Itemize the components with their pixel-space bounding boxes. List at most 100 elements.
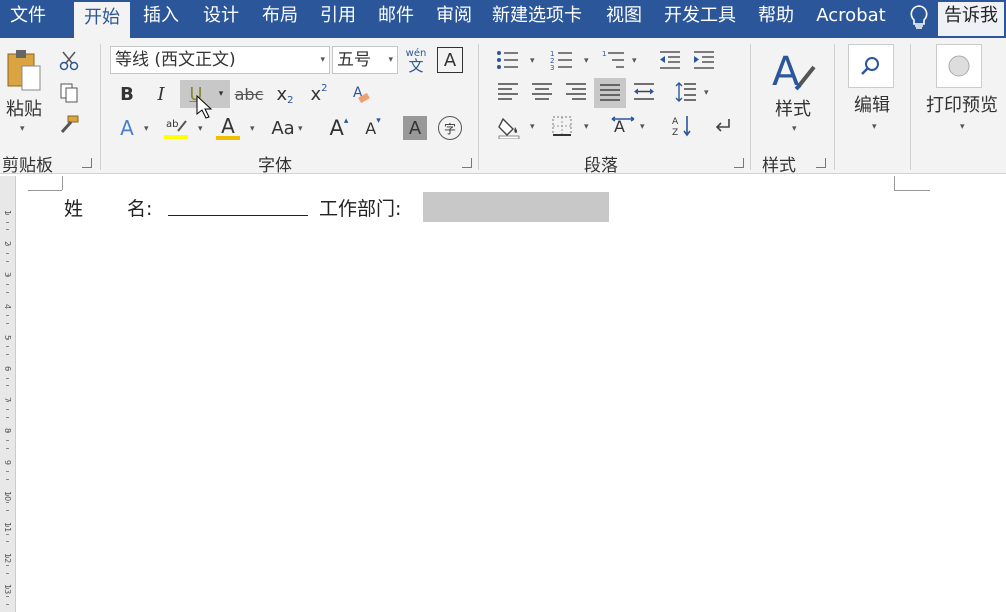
separator (750, 44, 751, 170)
tab-home[interactable]: 开始 (74, 2, 130, 38)
tab-mailings[interactable]: 邮件 (368, 0, 424, 38)
decrease-indent-icon[interactable] (656, 46, 684, 74)
text-effects-icon[interactable]: A (114, 114, 140, 142)
tab-new[interactable]: 新建选项卡 (488, 0, 586, 38)
tab-design[interactable]: 设计 (193, 0, 249, 38)
clipboard-launcher[interactable] (82, 158, 92, 168)
ruler-tick (6, 596, 9, 597)
ruler-tick (6, 494, 9, 496)
paste-dropdown[interactable]: ▾ (20, 124, 25, 134)
print-preview-button[interactable]: 打印预览 (920, 92, 1004, 116)
multilevel-dropdown[interactable]: ▾ (632, 56, 637, 66)
ruler-tick (6, 471, 9, 473)
ruler-number: 12 (3, 553, 12, 564)
svg-text:Z: Z (672, 128, 678, 138)
format-painter-icon[interactable] (56, 112, 82, 138)
editing-button[interactable]: 编辑 (846, 92, 898, 116)
align-center-icon[interactable] (528, 78, 556, 106)
styles-group-label: 样式 (762, 156, 796, 176)
tab-file[interactable]: 文件 (0, 0, 56, 38)
search-icon[interactable] (848, 44, 894, 88)
dept-shaded-field[interactable] (423, 192, 609, 222)
font-size-value: 五号 (337, 50, 371, 70)
tab-review[interactable]: 审阅 (426, 0, 482, 38)
font-color-icon[interactable]: A (214, 114, 242, 142)
line-spacing-icon[interactable] (672, 78, 700, 106)
superscript-button[interactable]: x2 (306, 80, 332, 108)
borders-icon[interactable] (548, 112, 576, 140)
print-preview-icon[interactable] (936, 44, 982, 88)
bullets-icon[interactable] (494, 46, 522, 74)
ruler-tick (6, 463, 9, 465)
grow-font-button[interactable]: A ▴ (326, 114, 352, 142)
tab-acrobat[interactable]: Acrobat (810, 0, 892, 38)
bold-button[interactable]: B (114, 80, 140, 108)
styles-button[interactable]: 样式 (766, 96, 820, 120)
justify-icon[interactable] (594, 78, 626, 108)
font-size-box[interactable]: 五号 ▾ (332, 46, 398, 74)
font-launcher[interactable] (462, 158, 472, 168)
shading-icon[interactable] (494, 112, 524, 142)
tab-insert[interactable]: 插入 (133, 0, 189, 38)
styles-dropdown[interactable]: ▾ (792, 124, 797, 134)
change-case-button[interactable]: Aa (266, 114, 300, 142)
text-effects-dropdown[interactable]: ▾ (144, 124, 149, 134)
tab-references[interactable]: 引用 (310, 0, 366, 38)
enclose-char-button[interactable]: 字 (438, 116, 462, 140)
paste-button[interactable]: 粘贴 (4, 96, 44, 120)
ruler-tick (6, 564, 9, 566)
cut-icon[interactable] (56, 48, 82, 74)
ruler-tick (6, 338, 9, 340)
highlight-dropdown[interactable]: ▾ (198, 124, 203, 134)
document-page[interactable] (22, 176, 1006, 612)
underline-dropdown[interactable]: ▾ (212, 80, 230, 108)
char-shading-button[interactable]: A (403, 116, 427, 140)
phonetic-guide-button[interactable]: wén 文 (404, 46, 428, 76)
subscript-button[interactable]: x2 (272, 80, 298, 108)
tab-view[interactable]: 视图 (596, 0, 652, 38)
char-border-button[interactable]: A (437, 47, 463, 73)
vertical-ruler[interactable]: 1 2 3 4 5 6 7 8 9 10 11 12 13 (0, 176, 16, 612)
borders-dropdown[interactable]: ▾ (584, 122, 589, 132)
numbering-dropdown[interactable]: ▾ (584, 56, 589, 66)
text-direction-icon[interactable]: A (608, 112, 638, 140)
sort-icon[interactable]: AZ (668, 112, 696, 140)
font-name-box[interactable]: 等线 (西文正文) ▾ (110, 46, 330, 74)
distribute-icon[interactable] (630, 78, 658, 106)
strikethrough-button[interactable]: abc (234, 80, 264, 108)
tab-developer[interactable]: 开发工具 (658, 0, 742, 38)
highlight-icon[interactable]: ab (160, 114, 192, 142)
editing-dropdown[interactable]: ▾ (872, 122, 877, 132)
change-case-dropdown[interactable]: ▾ (298, 124, 303, 134)
bullets-dropdown[interactable]: ▾ (530, 56, 535, 66)
numbering-icon[interactable]: 123 (548, 46, 576, 74)
styles-icon[interactable]: A (768, 46, 818, 94)
align-left-icon[interactable] (494, 78, 522, 106)
italic-button[interactable]: I (148, 80, 174, 108)
show-marks-icon[interactable] (708, 112, 736, 140)
paragraph-launcher[interactable] (734, 158, 744, 168)
paste-icon[interactable] (4, 48, 44, 94)
tab-help[interactable]: 帮助 (748, 0, 804, 38)
tab-layout[interactable]: 布局 (252, 0, 308, 38)
font-name-value: 等线 (西文正文) (115, 50, 236, 70)
ruler-tick (6, 479, 9, 480)
text-direction-dropdown[interactable]: ▾ (640, 122, 645, 132)
print-preview-dropdown[interactable]: ▾ (960, 122, 965, 132)
clear-formatting-icon[interactable]: A (348, 80, 374, 108)
line-spacing-dropdown[interactable]: ▾ (704, 88, 709, 98)
styles-launcher[interactable] (816, 158, 826, 168)
align-right-icon[interactable] (562, 78, 590, 106)
copy-icon[interactable] (56, 80, 82, 106)
tell-me-box[interactable]: 告诉我 (938, 2, 1004, 36)
grow-label: A (329, 116, 344, 140)
shrink-font-button[interactable]: A ▾ (360, 114, 386, 142)
lightbulb-icon[interactable] (904, 2, 934, 32)
name-label-1: 姓 (64, 198, 84, 220)
shading-dropdown[interactable]: ▾ (530, 122, 535, 132)
font-color-dropdown[interactable]: ▾ (250, 124, 255, 134)
multilevel-list-icon[interactable]: 1 (600, 46, 628, 74)
ruler-tick (6, 502, 9, 504)
increase-indent-icon[interactable] (690, 46, 718, 74)
name-blank-line[interactable] (168, 215, 308, 216)
